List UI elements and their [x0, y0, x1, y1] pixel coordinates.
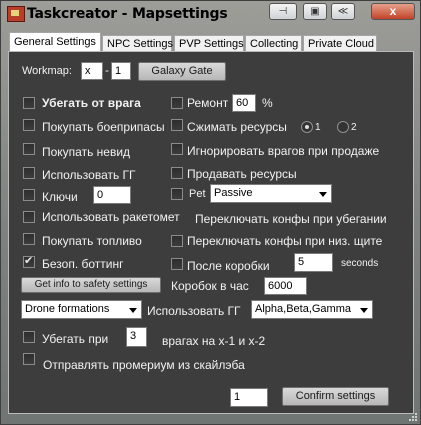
repair-unit: %: [262, 96, 273, 110]
buy-fuel-checkbox[interactable]: [23, 233, 35, 245]
pet-checkbox[interactable]: [171, 188, 183, 200]
buy-cloak-checkbox[interactable]: [23, 143, 35, 155]
app-icon: [7, 6, 25, 22]
safety-info-button[interactable]: Get info to safety settings: [21, 277, 161, 293]
keys-label: Ключи: [42, 190, 78, 204]
safe-botting-label: Безоп. боттинг: [42, 257, 124, 271]
after-box-checkbox[interactable]: [171, 258, 183, 270]
compress-radio-1-label: 1: [315, 122, 321, 133]
switch-config-low-shield-checkbox[interactable]: [171, 235, 183, 247]
ignore-enemies-checkbox[interactable]: [171, 143, 183, 155]
pet-mode-value: Passive: [214, 187, 253, 199]
repair-percent-field[interactable]: 60: [232, 94, 256, 112]
flee-enemy-label: Убегать от врага: [42, 96, 141, 110]
chevron-down-icon: [129, 308, 137, 313]
gg-list-value: Alpha,Beta,Gamma: [255, 303, 351, 315]
buy-ammo-label: Покупать боеприпасы: [42, 120, 165, 134]
pin-icon[interactable]: ⊣: [269, 3, 297, 20]
flee-enemy-checkbox[interactable]: [23, 97, 35, 109]
drone-formation-select[interactable]: Drone formations: [21, 300, 142, 319]
chevron-down-icon: [319, 192, 327, 197]
window-title: Taskcreator - Mapsettings: [27, 6, 228, 22]
gg-list-select[interactable]: Alpha,Beta,Gamma: [251, 300, 373, 319]
tab-private-cloud[interactable]: Private Cloud: [303, 35, 377, 52]
tab-collecting[interactable]: Collecting: [245, 35, 302, 52]
buy-ammo-checkbox[interactable]: [23, 119, 35, 131]
confirm-settings-button[interactable]: Confirm settings: [282, 387, 389, 406]
resize-grip-icon[interactable]: [408, 412, 418, 422]
flee-count-suffix: врагах на x-1 и x-2: [162, 334, 266, 348]
compress-radio-2[interactable]: [337, 121, 349, 133]
ignore-enemies-label: Игнорировать врагов при продаже: [187, 144, 380, 158]
use-gg-list-label: Использовать ГГ: [147, 304, 241, 318]
compress-checkbox[interactable]: [171, 119, 183, 131]
sell-resources-label: Продавать ресурсы: [187, 167, 297, 181]
use-launcher-label: Использовать ракетомет: [42, 210, 180, 224]
restore-icon[interactable]: ▣: [303, 3, 327, 20]
flee-count-checkbox[interactable]: [23, 331, 35, 343]
use-gg-checkbox[interactable]: [23, 167, 35, 179]
send-promerium-label: Отправлять промериум из скайлэба: [43, 358, 245, 372]
safe-botting-checkbox[interactable]: [23, 254, 35, 268]
footer-value-field[interactable]: 1: [230, 388, 268, 407]
compress-label: Сжимать ресурсы: [187, 120, 287, 134]
close-button[interactable]: x: [371, 3, 415, 20]
buy-fuel-label: Покупать топливо: [42, 234, 142, 248]
collapse-icon[interactable]: ≪: [331, 3, 355, 20]
compress-radio-1[interactable]: [301, 121, 313, 133]
use-gg-label: Использовать ГГ: [42, 168, 136, 182]
chevron-down-icon: [360, 308, 368, 313]
workmap-x-field[interactable]: x: [81, 62, 103, 80]
after-box-label: После коробки: [187, 259, 270, 273]
boxes-per-hour-field[interactable]: 6000: [264, 277, 307, 295]
tab-pvp-settings[interactable]: PVP Settings: [174, 35, 244, 52]
title-bar: Taskcreator - Mapsettings ⊣ ▣ ≪ x: [1, 1, 420, 27]
use-launcher-checkbox[interactable]: [23, 211, 35, 223]
boxes-per-hour-label: Коробок в час: [171, 279, 249, 293]
repair-checkbox[interactable]: [171, 97, 183, 109]
drone-formation-value: Drone formations: [25, 303, 110, 315]
after-box-field[interactable]: 5: [294, 253, 333, 272]
tab-general-settings[interactable]: General Settings: [9, 32, 101, 53]
keys-field[interactable]: 0: [93, 186, 131, 204]
repair-label: Ремонт: [187, 96, 229, 110]
sell-resources-checkbox[interactable]: [171, 167, 183, 179]
workmap-label: Workmap:: [22, 65, 72, 77]
workmap-dash: -: [105, 63, 109, 77]
compress-radio-2-label: 2: [351, 122, 357, 133]
flee-count-label: Убегать при: [42, 332, 109, 346]
pet-mode-select[interactable]: Passive: [210, 184, 332, 203]
keys-checkbox[interactable]: [23, 189, 35, 201]
tab-npc-settings[interactable]: NPC Settings: [102, 35, 173, 52]
switch-config-low-shield-label: Переключать конфы при низ. щите: [187, 234, 383, 248]
buy-cloak-label: Покупать невид: [42, 145, 131, 159]
workmap-y-field[interactable]: 1: [111, 62, 131, 80]
main-window: Taskcreator - Mapsettings ⊣ ▣ ≪ x Genera…: [0, 0, 421, 425]
send-promerium-checkbox[interactable]: [23, 353, 35, 365]
flee-count-field[interactable]: 3: [126, 327, 147, 347]
pet-label: Pet: [189, 188, 206, 200]
switch-config-flee-label: Переключать конфы при убегании: [195, 212, 387, 226]
galaxy-gate-button[interactable]: Galaxy Gate: [138, 62, 226, 81]
after-box-unit: seconds: [341, 258, 379, 269]
